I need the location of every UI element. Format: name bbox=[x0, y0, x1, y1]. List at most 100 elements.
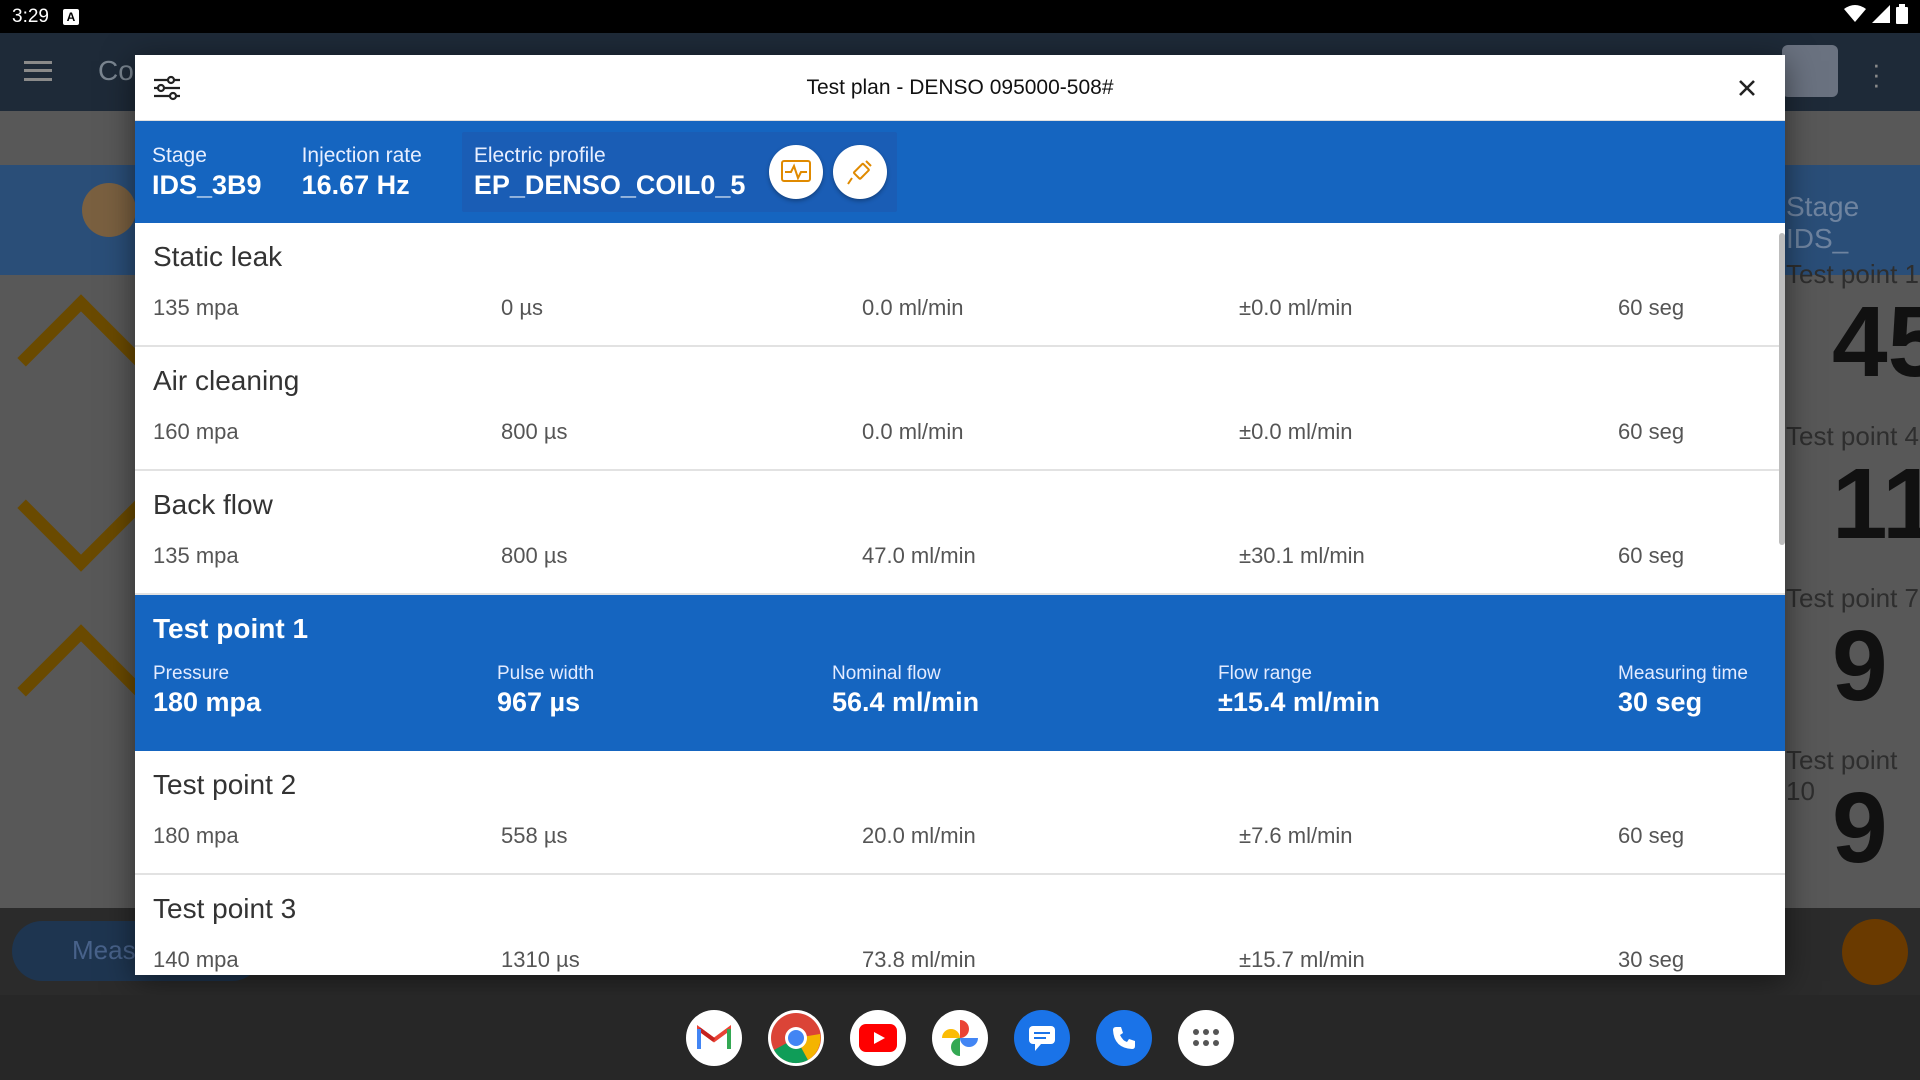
flow-value: 56.4 ml/min bbox=[832, 687, 980, 717]
arrow-down-icon bbox=[17, 444, 145, 572]
flow-value: 73.8 ml/min bbox=[862, 947, 976, 972]
electric-profile-value: EP_DENSO_COIL0_5 bbox=[473, 169, 746, 200]
youtube-icon[interactable] bbox=[850, 1009, 906, 1066]
pressure-cell: Pressure 180 mpa bbox=[153, 663, 261, 718]
time-value: 30 seg bbox=[1618, 947, 1685, 972]
pressure-value: 135 mpa bbox=[153, 543, 239, 568]
time-value: 60 seg bbox=[1618, 823, 1685, 848]
background-wrench-button bbox=[1842, 919, 1908, 985]
overflow-menu-icon: · · · bbox=[1872, 49, 1881, 99]
time-label: Measuring time bbox=[1618, 663, 1748, 684]
pulse-value: 800 µs bbox=[501, 419, 568, 444]
background-stage-label: Stage IDS_ bbox=[1786, 191, 1860, 254]
flask-icon bbox=[82, 183, 136, 237]
test-plan-list: Static leak 135 mpa 0 µs 0.0 ml/min ±0.0… bbox=[135, 223, 1785, 975]
dialog-title: Test plan - DENSO 095000-508# bbox=[806, 75, 1114, 99]
close-icon[interactable] bbox=[1731, 72, 1763, 104]
time-value: 60 seg bbox=[1618, 543, 1685, 568]
flow-value: 0.0 ml/min bbox=[862, 295, 964, 320]
time-value: 60 seg bbox=[1618, 419, 1685, 444]
app-drawer-icon[interactable] bbox=[1178, 1009, 1234, 1066]
flow-value: 20.0 ml/min bbox=[862, 823, 976, 848]
row-title: Air cleaning bbox=[153, 365, 300, 396]
range-value: ±30.1 ml/min bbox=[1239, 543, 1365, 568]
notification-icon: A bbox=[62, 8, 79, 25]
messages-icon[interactable] bbox=[1014, 1009, 1070, 1066]
chrome-icon[interactable] bbox=[768, 1009, 824, 1066]
pulse-label: Pulse width bbox=[497, 663, 595, 684]
background-value: 9 bbox=[1832, 610, 1888, 722]
background-title: Co bbox=[98, 55, 134, 86]
arrow-up-icon bbox=[17, 294, 145, 422]
gmail-icon[interactable] bbox=[686, 1009, 742, 1066]
background-value: 45 bbox=[1832, 286, 1920, 398]
status-bar: 3:29 A bbox=[0, 0, 1920, 33]
row-title: Test point 1 bbox=[153, 613, 309, 644]
row-title: Test point 3 bbox=[153, 893, 297, 924]
pressure-value: 140 mpa bbox=[153, 947, 239, 972]
flow-cell: Nominal flow 56.4 ml/min bbox=[832, 663, 979, 718]
arrow-up-icon bbox=[17, 624, 145, 752]
stage-value: IDS_3B9 bbox=[152, 169, 262, 200]
stage-label: Stage bbox=[152, 143, 207, 167]
pulse-value: 558 µs bbox=[501, 823, 568, 848]
filter-settings-icon[interactable] bbox=[151, 72, 183, 104]
signal-icon bbox=[1872, 4, 1890, 29]
list-item[interactable]: Back flow 135 mpa 800 µs 47.0 ml/min ±30… bbox=[135, 471, 1785, 595]
row-title: Static leak bbox=[153, 241, 283, 272]
selected-list-item[interactable]: Test point 1 Pressure 180 mpa Pulse widt… bbox=[135, 595, 1785, 751]
menu-icon bbox=[24, 61, 52, 81]
battery-icon bbox=[1896, 3, 1908, 30]
time-value: 30 seg bbox=[1618, 687, 1703, 717]
range-label: Flow range bbox=[1218, 663, 1312, 684]
time-cell: Measuring time 30 seg bbox=[1618, 663, 1748, 718]
pulse-value: 967 µs bbox=[497, 687, 581, 717]
clock: 3:29 bbox=[12, 5, 49, 27]
pulse-value: 0 µs bbox=[501, 295, 544, 320]
list-item[interactable]: Static leak 135 mpa 0 µs 0.0 ml/min ±0.0… bbox=[135, 223, 1785, 347]
background-value: 9 bbox=[1832, 772, 1888, 884]
pulse-cell: Pulse width 967 µs bbox=[497, 663, 594, 718]
electric-profile-box: Electric profile EP_DENSO_COIL0_5 bbox=[461, 132, 898, 212]
app-dock bbox=[0, 995, 1920, 1080]
range-value: ±7.6 ml/min bbox=[1239, 823, 1353, 848]
phone-icon[interactable] bbox=[1096, 1009, 1152, 1066]
pressure-value: 180 mpa bbox=[153, 687, 262, 717]
photos-icon[interactable] bbox=[932, 1009, 988, 1066]
waveform-button[interactable] bbox=[769, 145, 824, 199]
pressure-value: 160 mpa bbox=[153, 419, 239, 444]
stage-info-bar: Stage IDS_3B9 Injection rate 16.67 Hz El… bbox=[135, 121, 1785, 223]
pulse-value: 1310 µs bbox=[501, 947, 580, 972]
wifi-icon bbox=[1844, 4, 1866, 29]
time-value: 60 seg bbox=[1618, 295, 1685, 320]
flow-label: Nominal flow bbox=[832, 663, 941, 684]
logo-icon bbox=[1782, 45, 1838, 97]
flow-value: 0.0 ml/min bbox=[862, 419, 964, 444]
row-title: Back flow bbox=[153, 489, 273, 520]
stage-info: Stage IDS_3B9 bbox=[152, 144, 262, 201]
row-title: Test point 2 bbox=[153, 769, 297, 800]
test-plan-dialog: Test plan - DENSO 095000-508# Stage IDS_… bbox=[135, 55, 1785, 975]
pulse-value: 800 µs bbox=[501, 543, 568, 568]
injector-button[interactable] bbox=[833, 145, 888, 199]
range-value: ±0.0 ml/min bbox=[1239, 295, 1353, 320]
list-item[interactable]: Test point 2 180 mpa 558 µs 20.0 ml/min … bbox=[135, 751, 1785, 875]
range-value: ±15.7 ml/min bbox=[1239, 947, 1365, 972]
flow-value: 47.0 ml/min bbox=[862, 543, 976, 568]
range-value: ±15.4 ml/min bbox=[1218, 687, 1380, 717]
dialog-header: Test plan - DENSO 095000-508# bbox=[135, 55, 1785, 121]
scrollbar[interactable] bbox=[1779, 233, 1785, 545]
system-icons bbox=[1844, 3, 1908, 30]
background-value: 11 bbox=[1832, 448, 1920, 560]
pressure-label: Pressure bbox=[153, 663, 230, 684]
list-item[interactable]: Test point 3 140 mpa 1310 µs 73.8 ml/min… bbox=[135, 875, 1785, 975]
pressure-value: 135 mpa bbox=[153, 295, 239, 320]
pressure-value: 180 mpa bbox=[153, 823, 239, 848]
electric-profile-info: Electric profile EP_DENSO_COIL0_5 bbox=[474, 144, 746, 201]
electric-profile-label: Electric profile bbox=[473, 143, 606, 167]
range-value: ±0.0 ml/min bbox=[1239, 419, 1353, 444]
injection-rate-label: Injection rate bbox=[301, 143, 422, 167]
range-cell: Flow range ±15.4 ml/min bbox=[1218, 663, 1380, 718]
list-item[interactable]: Air cleaning 160 mpa 800 µs 0.0 ml/min ±… bbox=[135, 347, 1785, 471]
injection-rate-info: Injection rate 16.67 Hz bbox=[302, 144, 422, 201]
